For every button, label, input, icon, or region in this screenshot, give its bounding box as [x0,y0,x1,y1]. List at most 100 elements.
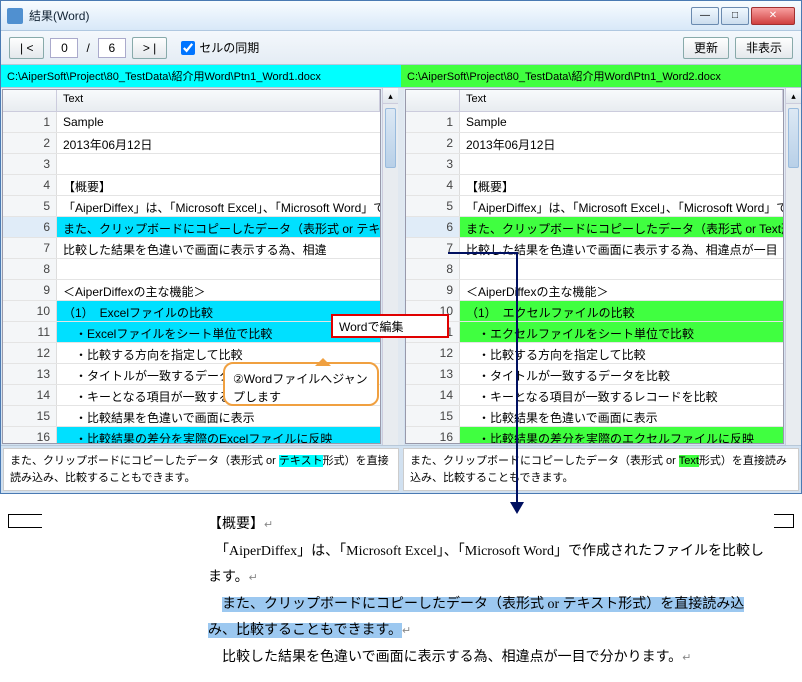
left-col-num [3,90,57,111]
detail-panels: また、クリップボードにコピーしたデータ（表形式 or テキスト形式）を直接読み込… [1,445,801,493]
splitter[interactable] [398,88,404,445]
row-number: 4 [3,175,57,195]
row-number: 10 [3,301,57,321]
jump-arrow [448,252,518,254]
sync-cells-checkbox[interactable]: セルの同期 [181,39,259,56]
sync-check-input[interactable] [181,41,195,55]
table-row[interactable]: 3 [406,154,783,175]
maximize-button[interactable]: □ [721,7,749,25]
row-number: 1 [406,112,460,132]
table-row[interactable]: 9＜AiperDiffexの主な機能＞ [406,280,783,301]
table-row[interactable]: 8 [406,259,783,280]
row-number: 13 [406,364,460,384]
left-scrollbar[interactable]: ▴ [382,88,398,445]
row-number: 16 [3,427,57,443]
file-paths: C:\AiperSoft\Project\80_TestData\紹介用Word… [1,65,801,87]
table-row[interactable]: 8 [3,259,380,280]
callout-text: ②Wordファイルへジャンプします [233,372,368,404]
table-row[interactable]: 10（1） エクセルファイルの比較 [406,301,783,322]
titlebar[interactable]: 結果(Word) — □ ✕ [1,1,801,31]
refresh-button[interactable]: 更新 [683,37,729,59]
prev-diff-button[interactable]: | < [9,37,44,59]
row-text: ＜AiperDiffexの主な機能＞ [57,280,380,300]
row-number: 8 [3,259,57,279]
table-row[interactable]: 1Sample [3,112,380,133]
hide-button[interactable]: 非表示 [735,37,793,59]
row-text [57,154,380,174]
row-number: 9 [406,280,460,300]
row-text: 「AiperDiffex」は、「Microsoft Excel」、「Micros… [460,196,783,216]
callout-annotation: ②Wordファイルへジャンプします [223,362,379,406]
table-row[interactable]: 16 ・比較結果の差分を実際のエクセルファイルに反映 [406,427,783,443]
table-row[interactable]: 5「AiperDiffex」は、「Microsoft Excel」、「Micro… [406,196,783,217]
table-row[interactable]: 22013年06月12日 [3,133,380,154]
left-col-text: Text [57,90,380,111]
row-text [460,259,783,279]
current-index[interactable]: 0 [50,38,78,58]
table-row[interactable]: 12 ・比較する方向を指定して比較 [406,343,783,364]
table-row[interactable]: 9＜AiperDiffexの主な機能＞ [3,280,380,301]
table-row[interactable]: 1Sample [406,112,783,133]
row-number: 6 [406,217,460,237]
table-row[interactable]: 3 [3,154,380,175]
compare-panes: Text 1Sample22013年06月12日34【概要】5「AiperDif… [1,87,801,445]
table-row[interactable]: 6また、クリップボードにコピーしたデータ（表形式 or テキスト形式）… [3,217,380,238]
row-text: また、クリップボードにコピーしたデータ（表形式 or Text形式）… [460,217,783,237]
table-row[interactable]: 14 ・キーとなる項目が一致するレコードを比較 [406,385,783,406]
word-document-view: 【概要】↵ 「AiperDiffex」は、「Microsoft Excel」、「… [0,494,802,682]
row-number: 2 [406,133,460,153]
table-row[interactable]: 11 ・エクセルファイルをシート単位で比較 [406,322,783,343]
table-row[interactable]: 13 ・タイトルが一致するデータを比較 [406,364,783,385]
table-row[interactable]: 6また、クリップボードにコピーしたデータ（表形式 or Text形式）… [406,217,783,238]
row-number: 2 [3,133,57,153]
row-number: 12 [406,343,460,363]
row-text [57,259,380,279]
row-number: 7 [406,238,460,258]
left-file-path: C:\AiperSoft\Project\80_TestData\紹介用Word… [1,65,401,87]
row-number: 15 [406,406,460,426]
table-row[interactable]: 22013年06月12日 [406,133,783,154]
table-row[interactable]: 4【概要】 [406,175,783,196]
menu-item-edit-word[interactable]: Wordで編集 [339,318,403,335]
bracket-right [774,514,794,528]
row-text: 「AiperDiffex」は、「Microsoft Excel」、「Micros… [57,196,380,216]
row-text: ・比較結果を色違いで画面に表示 [460,406,783,426]
table-row[interactable]: 15 ・比較結果を色違いで画面に表示 [406,406,783,427]
window-title: 結果(Word) [29,7,691,24]
next-diff-button[interactable]: > | [132,37,167,59]
row-text: Sample [460,112,783,132]
row-text [460,154,783,174]
close-button[interactable]: ✕ [751,7,795,25]
row-number: 7 [3,238,57,258]
bracket-left [8,514,42,528]
table-row[interactable]: 16 ・比較結果の差分を実際のExcelファイルに反映 [3,427,380,443]
row-number: 5 [3,196,57,216]
row-text: ・エクセルファイルをシート単位で比較 [460,322,783,342]
row-text: （1） エクセルファイルの比較 [460,301,783,321]
right-col-text: Text [460,90,783,111]
row-text: ・比較する方向を指定して比較 [460,343,783,363]
table-row[interactable]: 11 ・Excelファイルをシート単位で比較 [3,322,380,343]
table-row[interactable]: 7比較した結果を色違いで画面に表示する為、相違 [3,238,380,259]
row-number: 16 [406,427,460,443]
context-menu[interactable]: Wordで編集 [331,314,449,338]
table-row[interactable]: 5「AiperDiffex」は、「Microsoft Excel」、「Micro… [3,196,380,217]
table-row[interactable]: 15 ・比較結果を色違いで画面に表示 [3,406,380,427]
doc-line-highlight: また、クリップボードにコピーしたデータ（表形式 or テキスト形式）を直接読み込… [208,592,772,645]
table-row[interactable]: 10（1） Excelファイルの比較 [3,301,380,322]
row-number: 15 [3,406,57,426]
minimize-button[interactable]: — [691,7,719,25]
table-row[interactable]: 7比較した結果を色違いで画面に表示する為、相違点が一目 [406,238,783,259]
row-number: 11 [3,322,57,342]
left-detail: また、クリップボードにコピーしたデータ（表形式 or テキスト形式）を直接読み込… [3,448,399,491]
app-icon [7,8,23,24]
table-row[interactable]: 4【概要】 [3,175,380,196]
right-grid[interactable]: Text 1Sample22013年06月12日34【概要】5「AiperDif… [405,89,784,444]
row-number: 5 [406,196,460,216]
jump-arrow [516,252,518,506]
total-count: 6 [98,38,126,58]
right-scrollbar[interactable]: ▴ [785,88,801,445]
row-number: 13 [3,364,57,384]
row-text: ・比較する方向を指定して比較 [57,343,380,363]
row-text: 比較した結果を色違いで画面に表示する為、相違 [57,238,380,258]
